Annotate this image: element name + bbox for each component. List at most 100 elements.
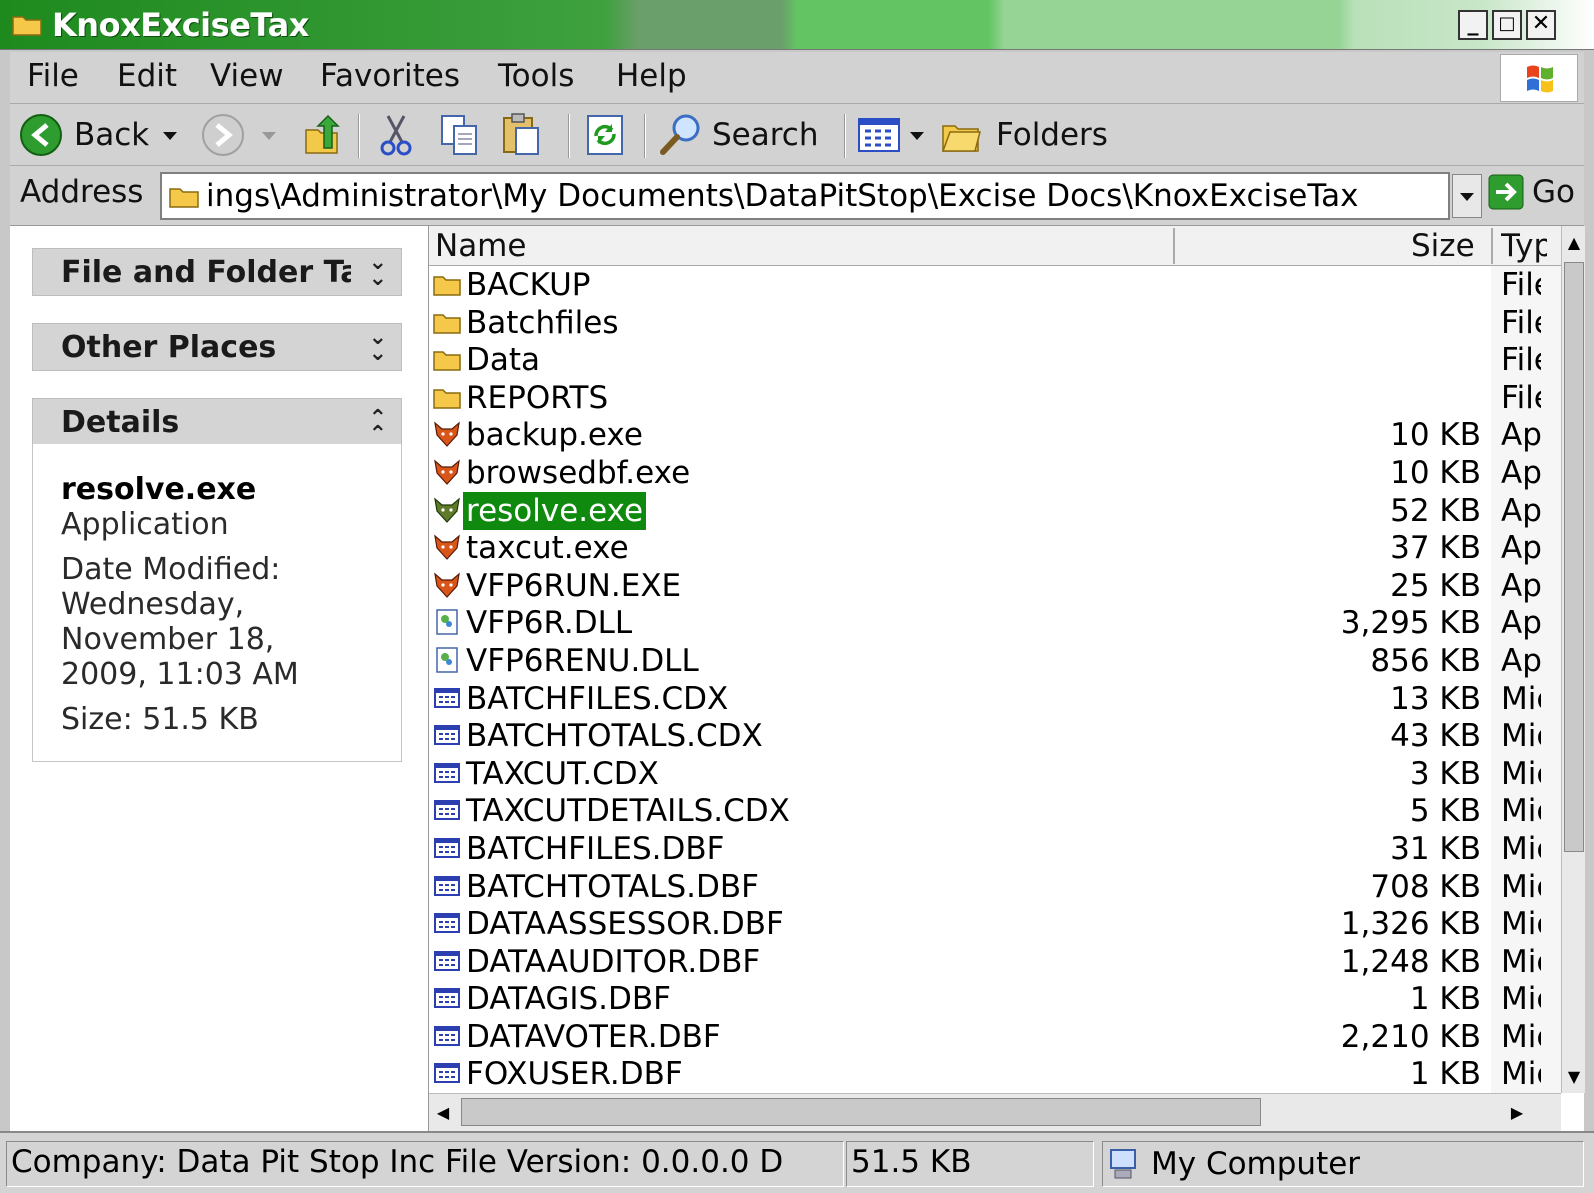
file-row[interactable]: DATAVOTER.DBF 2,210 KB Microsoft Visual Fo… <box>429 1017 1561 1056</box>
file-type: Microsoft Visual FoxPro Table <box>1501 1018 1541 1055</box>
undo-button[interactable] <box>584 112 628 158</box>
minimize-button[interactable]: _ <box>1458 10 1488 40</box>
file-name[interactable]: DATAASSESSOR.DBF <box>463 905 787 943</box>
menu-file[interactable]: File <box>27 58 79 94</box>
file-row[interactable]: TAXCUTDETAILS.CDX 5 KB Microsoft Visual Fo… <box>429 792 1561 831</box>
horizontal-scrollbar[interactable]: ◀ ▶ <box>429 1093 1561 1131</box>
back-button[interactable]: Back <box>18 112 181 158</box>
file-row[interactable]: Batchfiles File Folder <box>429 303 1561 342</box>
menu-view[interactable]: View <box>210 58 284 94</box>
views-button[interactable] <box>856 112 928 158</box>
cut-button[interactable] <box>376 112 416 158</box>
file-type: Application <box>1501 530 1541 567</box>
expand-chevron-icon[interactable]: ⌄ ⌄ <box>369 252 387 290</box>
column-header-size[interactable]: Size <box>1411 228 1475 264</box>
file-name[interactable]: Batchfiles <box>463 304 621 342</box>
scroll-right-arrow-icon[interactable]: ▶ <box>1505 1098 1529 1128</box>
file-name[interactable]: resolve.exe <box>463 491 647 530</box>
file-size: 1,326 KB <box>1340 906 1481 943</box>
file-name[interactable]: VFP6RUN.EXE <box>463 567 684 605</box>
file-name[interactable]: Data <box>463 341 543 379</box>
menu-favorites[interactable]: Favorites <box>320 58 460 94</box>
menu-tools[interactable]: Tools <box>498 58 574 94</box>
column-header-name[interactable]: Name <box>435 228 526 264</box>
file-name[interactable]: TAXCUT.CDX <box>463 755 662 793</box>
maximize-button[interactable]: □ <box>1492 10 1522 40</box>
file-name[interactable]: DATAAUDITOR.DBF <box>463 943 763 981</box>
file-row[interactable]: BATCHFILES.DBF 31 KB Microsoft Visual FoxP… <box>429 829 1561 868</box>
expand-chevron-icon[interactable]: ⌄ ⌄ <box>369 327 387 365</box>
file-row[interactable]: VFP6RUN.EXE 25 KB Application <box>429 566 1561 605</box>
forward-button[interactable] <box>200 112 280 158</box>
file-row[interactable]: DATAAUDITOR.DBF 1,248 KB Microsoft Visual … <box>429 942 1561 981</box>
scroll-down-arrow-icon[interactable]: ▼ <box>1562 1062 1586 1092</box>
file-name[interactable]: DATAVOTER.DBF <box>463 1018 724 1056</box>
file-row[interactable]: Data File Folder <box>429 341 1561 380</box>
file-row[interactable]: DATAGIS.DBF 1 KB Microsoft Visual FoxPro T… <box>429 980 1561 1019</box>
close-button[interactable]: ✕ <box>1526 10 1556 40</box>
address-bar: Address ings\Administrator\My Documents\… <box>10 166 1584 226</box>
file-name[interactable]: FOXUSER.DBF <box>463 1055 686 1093</box>
file-list[interactable]: Name Size Type BACKUPFile FolderBatchfil… <box>428 226 1585 1131</box>
file-type: File Folder <box>1501 342 1541 379</box>
file-name[interactable]: browsedbf.exe <box>463 454 693 492</box>
horizontal-scroll-thumb[interactable] <box>461 1098 1261 1126</box>
title-bar[interactable]: KnoxExciseTax _ □ ✕ <box>0 0 1594 50</box>
file-row[interactable]: BATCHTOTALS.DBF 708 KB Microsoft Visual Fo… <box>429 867 1561 906</box>
file-name[interactable]: DATAGIS.DBF <box>463 980 674 1018</box>
file-row[interactable]: BATCHTOTALS.CDX 43 KB Microsoft Visual Fox… <box>429 717 1561 756</box>
fox-app-icon <box>433 459 461 485</box>
file-row[interactable]: REPORTS File Folder <box>429 378 1561 417</box>
forward-arrow-icon <box>202 114 244 156</box>
chevron-down-icon[interactable] <box>159 124 181 146</box>
vertical-scroll-thumb[interactable] <box>1564 262 1584 852</box>
file-name[interactable]: VFP6R.DLL <box>463 604 635 642</box>
file-folder-tasks-header[interactable]: File and Folder Tasks ⌄⌄ <box>32 248 402 296</box>
file-row[interactable]: DATAASSESSOR.DBF 1,326 KB Microsoft Visual… <box>429 905 1561 944</box>
file-row[interactable]: BACKUP File Folder <box>429 266 1561 304</box>
file-name[interactable]: TAXCUTDETAILS.CDX <box>463 792 793 830</box>
file-name[interactable]: REPORTS <box>463 379 611 417</box>
scroll-left-arrow-icon[interactable]: ◀ <box>431 1098 455 1128</box>
file-row[interactable]: backup.exe 10 KB Application <box>429 416 1561 455</box>
toolbar: Back Search Folders <box>10 104 1584 166</box>
collapse-chevron-icon[interactable]: ⌃ ⌃ <box>369 408 387 446</box>
file-name[interactable]: BACKUP <box>463 266 593 304</box>
details-header[interactable]: Details ⌃ ⌃ <box>32 398 402 446</box>
paste-button[interactable] <box>500 112 544 158</box>
file-name[interactable]: BATCHFILES.DBF <box>463 830 727 868</box>
file-row[interactable]: BATCHFILES.CDX 13 KB Microsoft Visual FoxP… <box>429 679 1561 718</box>
file-row[interactable]: FOXUSER.DBF 1 KB Microsoft Visual FoxPro T… <box>429 1055 1561 1094</box>
file-row[interactable]: TAXCUT.CDX 3 KB Microsoft Visual FoxPro In… <box>429 754 1561 793</box>
file-row[interactable]: resolve.exe 52 KB Application <box>429 491 1561 530</box>
fox-app-icon <box>433 497 461 523</box>
file-row[interactable]: VFP6RENU.DLL 856 KB Application Extension <box>429 641 1561 680</box>
vertical-scrollbar[interactable]: ▲ ▼ <box>1561 226 1585 1093</box>
copy-button[interactable] <box>438 112 482 158</box>
go-button[interactable]: Go <box>1488 174 1575 210</box>
search-button[interactable]: Search <box>658 112 819 158</box>
file-row[interactable]: VFP6R.DLL 3,295 KB Application Extension <box>429 604 1561 643</box>
address-input[interactable]: ings\Administrator\My Documents\DataPitS… <box>160 172 1450 220</box>
address-dropdown-button[interactable] <box>1452 174 1482 218</box>
file-name[interactable]: taxcut.exe <box>463 529 632 567</box>
column-header-type[interactable]: Type <box>1501 228 1547 264</box>
file-row[interactable]: browsedbf.exe 10 KB Application <box>429 453 1561 492</box>
up-folder-button[interactable] <box>302 112 342 158</box>
file-name[interactable]: BATCHTOTALS.DBF <box>463 868 762 906</box>
menu-help[interactable]: Help <box>616 58 687 94</box>
chevron-down-icon[interactable] <box>906 124 928 146</box>
file-size: 37 KB <box>1390 530 1481 567</box>
file-name[interactable]: BATCHFILES.CDX <box>463 680 731 718</box>
other-places-header[interactable]: Other Places ⌄ ⌄ <box>32 323 402 371</box>
file-name[interactable]: backup.exe <box>463 416 646 454</box>
chevron-down-icon[interactable] <box>258 124 280 146</box>
scroll-up-arrow-icon[interactable]: ▲ <box>1562 228 1586 258</box>
file-row[interactable]: taxcut.exe 37 KB Application <box>429 529 1561 568</box>
file-type: Application Extension <box>1501 605 1541 642</box>
folders-button[interactable]: Folders <box>940 112 1108 158</box>
file-name[interactable]: BATCHTOTALS.CDX <box>463 717 766 755</box>
menu-edit[interactable]: Edit <box>117 58 177 94</box>
file-name[interactable]: VFP6RENU.DLL <box>463 642 702 680</box>
file-size: 25 KB <box>1390 567 1481 604</box>
